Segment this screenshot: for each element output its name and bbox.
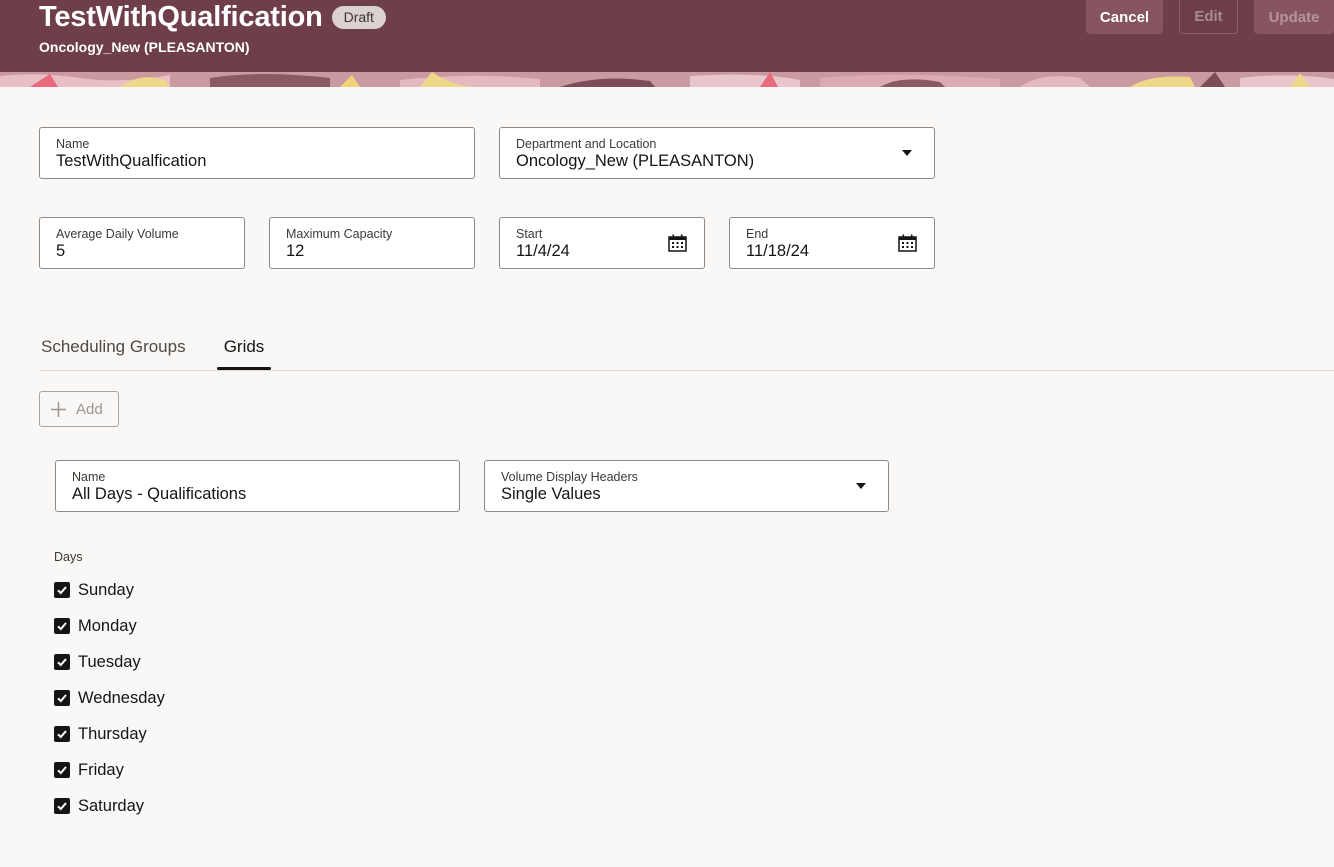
checkbox-checked-icon[interactable]	[54, 726, 70, 742]
name-field[interactable]: Name TestWithQualfication	[39, 127, 475, 179]
volume-display-headers-value: Single Values	[501, 485, 601, 503]
plus-icon	[51, 401, 66, 417]
end-date-label: End	[746, 227, 769, 241]
header-decorative-pattern	[0, 72, 1334, 87]
day-checkbox-monday[interactable]: Monday	[54, 616, 137, 636]
start-date-value: 11/4/24	[516, 242, 570, 260]
average-daily-volume-label: Average Daily Volume	[56, 227, 179, 241]
status-badge: Draft	[331, 5, 386, 29]
day-label: Monday	[78, 616, 137, 635]
end-date-field[interactable]: End 11/18/24	[729, 217, 935, 269]
calendar-icon[interactable]	[668, 234, 687, 252]
day-checkbox-friday[interactable]: Friday	[54, 760, 124, 780]
name-field-value: TestWithQualfication	[56, 152, 207, 170]
add-grid-button[interactable]: Add	[39, 391, 119, 427]
day-checkbox-wednesday[interactable]: Wednesday	[54, 688, 165, 708]
maximum-capacity-field[interactable]: Maximum Capacity 12	[269, 217, 475, 269]
checkbox-checked-icon[interactable]	[54, 582, 70, 598]
page-subtitle: Oncology_New (PLEASANTON)	[39, 39, 250, 55]
day-label: Wednesday	[78, 688, 165, 707]
end-date-value: 11/18/24	[746, 242, 810, 260]
days-label: Days	[54, 550, 83, 564]
chevron-down-icon[interactable]	[856, 483, 866, 489]
edit-button[interactable]: Edit	[1179, 0, 1238, 34]
calendar-icon[interactable]	[898, 234, 917, 252]
department-location-value: Oncology_New (PLEASANTON)	[516, 152, 755, 170]
average-daily-volume-value: 5	[56, 242, 66, 260]
selected-tab-indicator	[217, 367, 271, 370]
maximum-capacity-value: 12	[286, 242, 305, 260]
department-location-select[interactable]: Department and Location Oncology_New (PL…	[499, 127, 935, 179]
update-button[interactable]: Update	[1254, 0, 1334, 34]
checkbox-checked-icon[interactable]	[54, 690, 70, 706]
tab-bar: Scheduling Groups Grids	[39, 333, 1334, 371]
volume-display-headers-label: Volume Display Headers	[501, 470, 638, 484]
day-checkbox-sunday[interactable]: Sunday	[54, 580, 134, 600]
start-date-field[interactable]: Start 11/4/24	[499, 217, 705, 269]
day-label: Tuesday	[78, 652, 141, 671]
day-label: Friday	[78, 760, 124, 779]
department-location-label: Department and Location	[516, 137, 657, 151]
add-button-label: Add	[76, 400, 103, 418]
day-checkbox-saturday[interactable]: Saturday	[54, 796, 144, 816]
page-header: TestWithQualfication Draft Oncology_New …	[0, 0, 1334, 87]
maximum-capacity-label: Maximum Capacity	[286, 227, 393, 241]
checkbox-checked-icon[interactable]	[54, 654, 70, 670]
day-checkbox-tuesday[interactable]: Tuesday	[54, 652, 141, 672]
grid-name-field[interactable]: Name All Days - Qualifications	[55, 460, 460, 512]
start-date-label: Start	[516, 227, 543, 241]
cancel-button[interactable]: Cancel	[1086, 0, 1163, 34]
day-checkbox-thursday[interactable]: Thursday	[54, 724, 147, 744]
checkbox-checked-icon[interactable]	[54, 762, 70, 778]
checkbox-checked-icon[interactable]	[54, 618, 70, 634]
tab-grids[interactable]: Grids	[217, 337, 271, 369]
checkbox-checked-icon[interactable]	[54, 798, 70, 814]
average-daily-volume-field[interactable]: Average Daily Volume 5	[39, 217, 245, 269]
day-label: Sunday	[78, 580, 134, 599]
grid-name-value: All Days - Qualifications	[72, 485, 247, 503]
tab-scheduling-groups[interactable]: Scheduling Groups	[41, 337, 186, 369]
day-label: Thursday	[78, 724, 147, 743]
page-title: TestWithQualfication	[39, 0, 323, 33]
day-label: Saturday	[78, 796, 145, 815]
grid-name-label: Name	[72, 470, 106, 484]
volume-display-headers-select[interactable]: Volume Display Headers Single Values	[484, 460, 889, 512]
name-field-label: Name	[56, 137, 90, 151]
chevron-down-icon[interactable]	[902, 150, 912, 156]
